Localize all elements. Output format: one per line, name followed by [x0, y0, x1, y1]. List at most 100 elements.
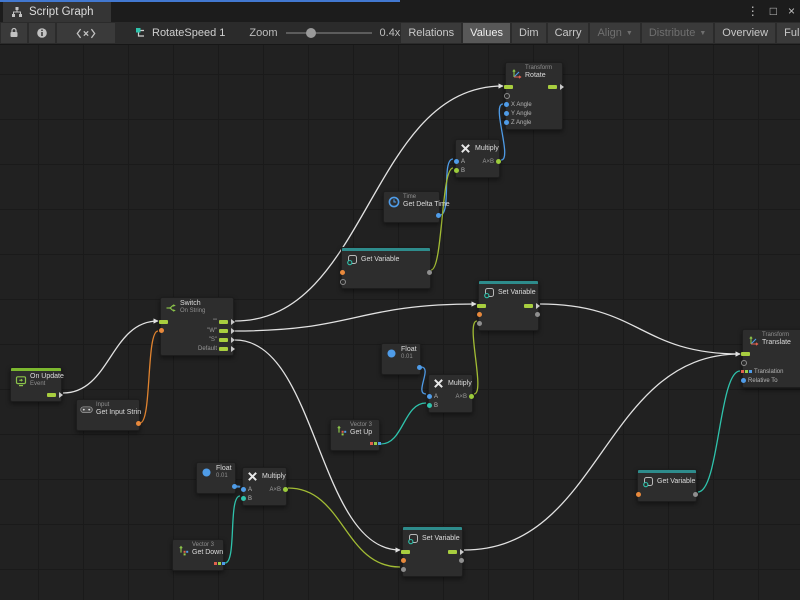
toggle-relations[interactable]: Relations: [401, 23, 461, 43]
value-port-blue[interactable]: [241, 487, 246, 492]
wire-teal[interactable]: [698, 371, 740, 492]
self-port[interactable]: [741, 360, 747, 366]
node-vector3-get-down[interactable]: Vector 3Get Down: [172, 539, 224, 571]
wire-green[interactable]: [473, 321, 478, 394]
value-port-orange[interactable]: [136, 421, 141, 426]
flow-port[interactable]: [741, 352, 750, 356]
value-port-blue[interactable]: [436, 213, 441, 218]
flow-port[interactable]: [219, 329, 228, 333]
flow-port[interactable]: [548, 85, 557, 89]
node-translate[interactable]: TransformTranslateTranslationRelative To: [742, 329, 800, 388]
value-port-blue[interactable]: [427, 394, 432, 399]
node-on-update-event[interactable]: On UpdateEvent: [10, 367, 62, 402]
flow-port[interactable]: [219, 347, 228, 351]
toggle-full-screen[interactable]: Full Screen: [777, 23, 800, 43]
value-port-blue[interactable]: [504, 111, 509, 116]
toggle-overview[interactable]: Overview: [715, 23, 775, 43]
value-port-teal[interactable]: [427, 403, 432, 408]
wire-blue[interactable]: [421, 367, 426, 394]
value-port-green[interactable]: [283, 487, 288, 492]
flow-port[interactable]: [401, 550, 410, 554]
node-switch-on-string[interactable]: SwitchOn String"""W""S"Default: [160, 297, 234, 356]
value-port-orange[interactable]: [401, 558, 406, 563]
wire-green[interactable]: [288, 488, 400, 567]
value-port-green[interactable]: [454, 168, 459, 173]
value-port-blue[interactable]: [504, 102, 509, 107]
value-port-green[interactable]: [469, 394, 474, 399]
wire-orange[interactable]: [140, 331, 158, 423]
node-vector3-get-up[interactable]: Vector 3Get Up: [330, 419, 380, 451]
value-port-orange[interactable]: [477, 312, 482, 317]
flow-port[interactable]: [47, 393, 56, 397]
node-multiply-3[interactable]: MultiplyAA×BB: [242, 467, 287, 506]
wire-white[interactable]: [235, 304, 476, 331]
value-port-blue[interactable]: [417, 365, 422, 370]
node-get-variable-bottom-right[interactable]: Get Variable: [637, 469, 697, 502]
value-port-orange[interactable]: [340, 270, 345, 275]
graph-canvas[interactable]: On UpdateEvent InputGet Input Strin Switch…: [0, 45, 800, 600]
value-port-teal[interactable]: [241, 496, 246, 501]
value-port-gray[interactable]: [535, 312, 540, 317]
zoom-slider[interactable]: [286, 32, 372, 34]
value-port-gray[interactable]: [693, 492, 698, 497]
vector3-port[interactable]: [214, 562, 225, 565]
info-button[interactable]: [29, 23, 55, 43]
vector3-port[interactable]: [370, 442, 381, 445]
flow-arrow-icon: [231, 346, 235, 352]
node-get-variable-top[interactable]: Get Variable: [341, 247, 431, 289]
flow-port[interactable]: [219, 338, 228, 342]
wire-white[interactable]: [464, 354, 740, 550]
value-port-gray[interactable]: [477, 321, 482, 326]
value-port-green[interactable]: [496, 159, 501, 164]
node-header: Vector 3Get Down: [173, 540, 223, 559]
graph-breadcrumb[interactable]: RotateSpeed 1: [134, 22, 225, 44]
value-port-gray[interactable]: [427, 270, 432, 275]
node-multiply-1[interactable]: MultiplyAA×BB: [455, 139, 500, 178]
close-window-button[interactable]: ×: [788, 0, 795, 22]
vector3-port[interactable]: [741, 370, 752, 373]
value-port-blue[interactable]: [232, 484, 237, 489]
value-port-blue[interactable]: [454, 159, 459, 164]
toggle-carry[interactable]: Carry: [548, 23, 589, 43]
value-port-gray[interactable]: [459, 558, 464, 563]
value-port-orange[interactable]: [159, 328, 164, 333]
wire-white[interactable]: [540, 304, 740, 354]
node-multiply-2[interactable]: MultiplyAA×BB: [428, 374, 473, 413]
toggle-values[interactable]: Values: [463, 23, 510, 43]
lock-button[interactable]: [1, 23, 27, 43]
tab-script-graph[interactable]: Script Graph: [3, 2, 111, 22]
node-set-variable-mid[interactable]: Set Variable: [478, 280, 539, 331]
value-port-gray[interactable]: [401, 567, 406, 572]
port-row: [197, 482, 235, 491]
port-label: B: [434, 403, 438, 409]
self-port[interactable]: [504, 93, 510, 99]
flow-port[interactable]: [477, 304, 486, 308]
more-window-button[interactable]: ⋮: [747, 0, 759, 22]
toggle-distribute[interactable]: Distribute▼: [642, 23, 713, 43]
wire-white[interactable]: [63, 321, 158, 393]
maximize-window-button[interactable]: □: [770, 0, 777, 22]
node-set-variable-bottom[interactable]: Set Variable: [402, 526, 463, 577]
tab-bar: Script Graph ⋮ □ ×: [0, 0, 800, 22]
flow-port[interactable]: [219, 320, 228, 324]
value-port-orange[interactable]: [636, 492, 641, 497]
value-port-blue[interactable]: [741, 378, 746, 383]
empty-selection-button[interactable]: [57, 23, 115, 43]
zoom-slider-handle[interactable]: [306, 28, 316, 38]
flow-port[interactable]: [448, 550, 457, 554]
value-port-blue[interactable]: [504, 120, 509, 125]
flow-port[interactable]: [504, 85, 513, 89]
node-float-bottom[interactable]: Float0.01: [196, 462, 236, 494]
node-get-delta-time[interactable]: TimeGet Delta Time: [383, 191, 440, 223]
wire-teal[interactable]: [381, 403, 426, 444]
node-rotate[interactable]: TransformRotateX AngleY AngleZ Angle: [505, 62, 563, 130]
flow-port[interactable]: [159, 320, 168, 324]
node-get-input-string[interactable]: InputGet Input Strin: [76, 399, 140, 431]
flow-port[interactable]: [524, 304, 533, 308]
toggle-align[interactable]: Align▼: [590, 23, 639, 43]
toggle-dim[interactable]: Dim: [512, 23, 546, 43]
self-port[interactable]: [340, 279, 346, 285]
node-float-mid[interactable]: Float0.01: [381, 343, 421, 375]
port-row: Relative To: [743, 376, 800, 385]
wire-teal[interactable]: [225, 496, 240, 563]
